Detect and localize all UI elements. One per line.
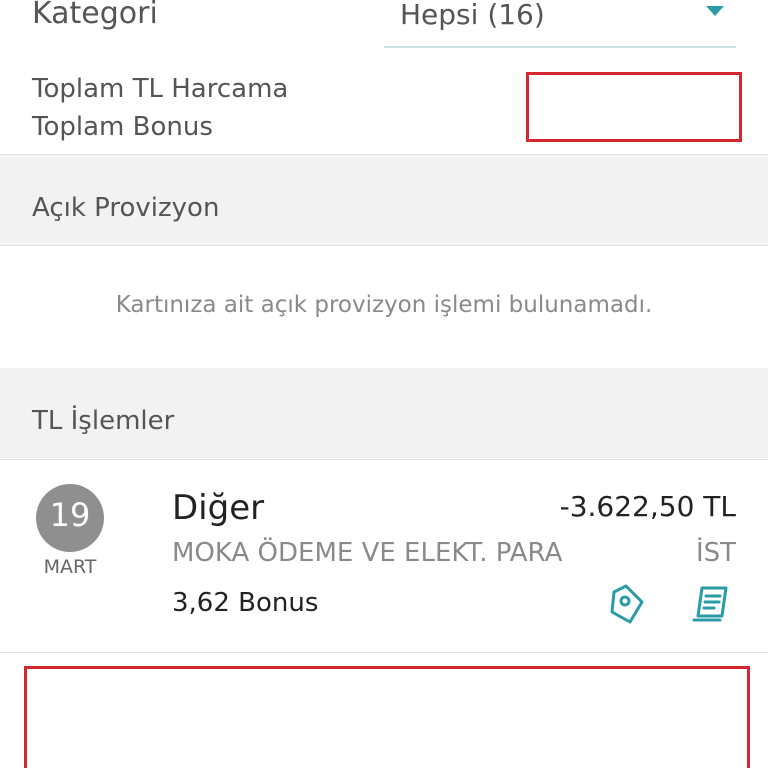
- total-bonus-label: Toplam Bonus: [32, 112, 213, 142]
- transaction-category: Diğer: [172, 488, 265, 528]
- section-title: TL İşlemler: [32, 406, 175, 436]
- category-dropdown[interactable]: Hepsi (16): [384, 0, 736, 48]
- transaction-city: İST: [695, 538, 736, 568]
- divider: [0, 245, 768, 246]
- section-header-open-provision: Açık Provizyon: [0, 155, 768, 245]
- transaction-amount: -3.622,50 TL: [559, 490, 736, 523]
- transactions-screen: Kategori Hepsi (16) Toplam TL Harcama To…: [0, 0, 768, 768]
- chevron-down-icon: [706, 6, 724, 16]
- date-month: MART: [43, 556, 97, 578]
- open-provision-empty-message: Kartınıza ait açık provizyon işlemi bulu…: [115, 292, 653, 318]
- section-title: Açık Provizyon: [32, 193, 220, 223]
- date-badge: 19: [36, 484, 104, 552]
- date-day: 19: [49, 496, 91, 534]
- transaction-bonus: 3,62 Bonus: [172, 588, 319, 618]
- receipt-icon[interactable]: [690, 582, 734, 626]
- section-header-tl-transactions: TL İşlemler: [0, 368, 768, 458]
- transaction-row[interactable]: 19 MART Diğer -3.622,50 TL MOKA ÖDEME VE…: [0, 460, 768, 652]
- transaction-merchant: MOKA ÖDEME VE ELEKT. PARA: [172, 538, 563, 568]
- total-spend-label: Toplam TL Harcama: [32, 74, 289, 104]
- category-label: Kategori: [32, 0, 158, 31]
- divider: [0, 652, 768, 653]
- redacted-totals-box: [526, 72, 742, 142]
- redacted-region-box: [24, 666, 750, 768]
- category-dropdown-value: Hepsi (16): [400, 0, 545, 31]
- totals-summary: Toplam TL Harcama Toplam Bonus: [0, 70, 768, 154]
- category-filter-row: Kategori Hepsi (16): [0, 0, 768, 60]
- tag-icon[interactable]: [604, 582, 648, 626]
